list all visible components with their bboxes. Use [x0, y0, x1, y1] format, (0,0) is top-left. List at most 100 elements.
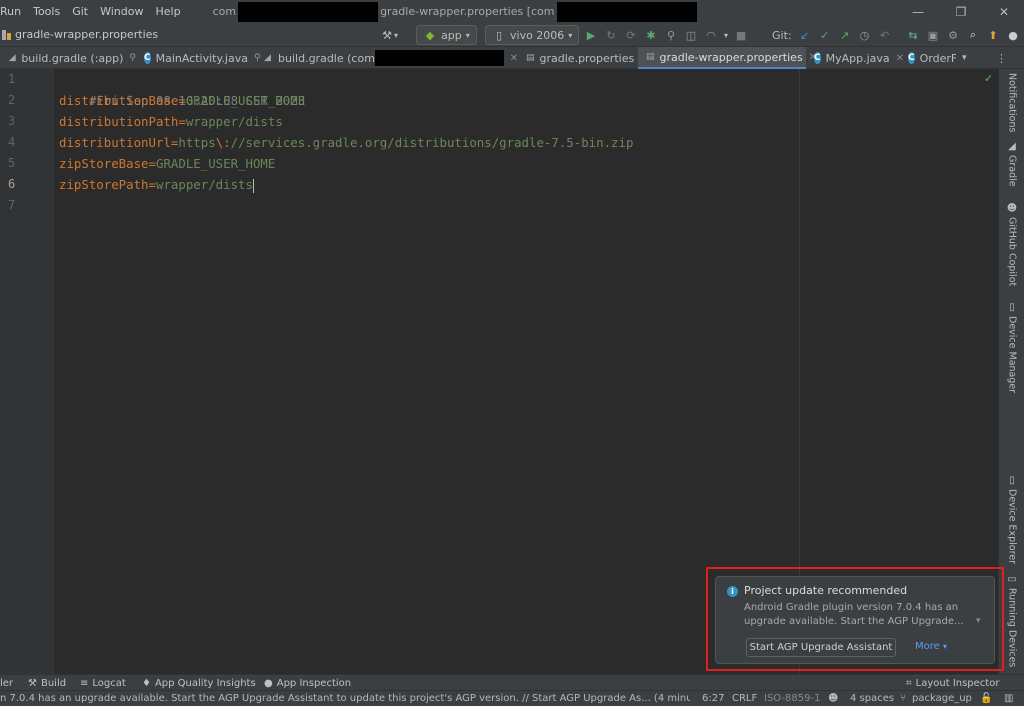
git-branch[interactable]: package_up — [912, 691, 972, 706]
device-manager-tool[interactable]: ▯ Device Manager — [1003, 302, 1021, 393]
notification-title: Project update recommended — [744, 584, 908, 597]
breadcrumb[interactable]: gradle-wrapper.properties — [0, 28, 158, 41]
property-value: wrapper/dists — [185, 114, 283, 129]
logcat-tool[interactable]: ≡ Logcat — [80, 675, 126, 691]
tool-label: App Quality Insights — [154, 677, 256, 689]
status-message[interactable]: n 7.0.4 has an upgrade available. Start … — [0, 691, 690, 706]
hammer-icon: ⚒ — [382, 28, 392, 42]
app-quality-insights-tool[interactable]: ♦ App Quality Insights — [142, 675, 256, 691]
more-actions-link[interactable]: More ▾ — [915, 641, 947, 652]
tab-gradle-wrapper-properties[interactable]: ▤ gradle-wrapper.properties ✕ — [638, 47, 817, 69]
attach-debugger-icon[interactable]: ⚲ — [664, 28, 678, 42]
run-config-select[interactable]: ◆ app ▾ — [416, 25, 477, 45]
git-rollback-icon[interactable]: ↶ — [878, 28, 892, 42]
menu-help[interactable]: Help — [155, 5, 186, 18]
line-number-gutter: 1 2 3 4 5 6 7 — [0, 69, 54, 674]
equals-sign: = — [148, 156, 156, 171]
tool-label: Layout Inspector — [915, 677, 1000, 689]
breadcrumb-file[interactable]: gradle-wrapper.properties — [15, 28, 158, 41]
running-devices-tool[interactable]: ▭ Running Devices — [1003, 574, 1021, 667]
tool-label: App Inspection — [276, 677, 352, 689]
app-inspection-tool[interactable]: ● App Inspection — [264, 675, 351, 691]
run-icon[interactable]: ▶ — [584, 28, 598, 42]
property-value: GRADLE_USER_HOME — [156, 156, 276, 171]
git-update-icon[interactable]: ↙ — [798, 28, 812, 42]
menu-tools[interactable]: Tools — [33, 5, 66, 18]
equals-sign: = — [178, 114, 186, 129]
layout-inspector-tool[interactable]: ⌗ Layout Inspector — [906, 675, 999, 691]
github-copilot-tool[interactable]: ☻ GitHub Copilot — [1003, 203, 1021, 286]
chevron-down-icon: ▾ — [962, 53, 967, 63]
tabs-options-button[interactable]: ⋮ — [992, 47, 1022, 69]
phone-icon: ▯ — [495, 28, 503, 42]
tab-gradle-properties[interactable]: ▤ gradle.properties ✕ — [518, 47, 649, 69]
tool-label: Build — [40, 677, 67, 689]
pin-icon[interactable]: ⚲ — [129, 53, 136, 63]
memory-indicator-icon[interactable]: ▥ — [1004, 691, 1013, 706]
restore-button[interactable]: ❐ — [943, 0, 979, 23]
property-key: distributionPath — [59, 114, 179, 129]
start-agp-upgrade-button[interactable]: Start AGP Upgrade Assistant — [746, 638, 896, 657]
device-label: vivo 2006 — [510, 28, 565, 42]
git-history-icon[interactable]: ◷ — [858, 28, 872, 42]
search-icon[interactable]: ⌕ — [966, 28, 980, 42]
tab-orderf[interactable]: C OrderF — [900, 47, 956, 69]
inspection-ok-icon[interactable]: ✓ — [984, 72, 993, 85]
sdk-manager-icon[interactable]: ▣ — [926, 28, 940, 42]
tab-label: OrderF — [919, 51, 956, 65]
tool-label: Device Explorer — [1006, 489, 1018, 565]
gradle-tool[interactable]: ◢ Gradle — [1003, 141, 1021, 187]
gradle-icon: ◢ — [1008, 141, 1016, 152]
tabs-overflow-button[interactable]: ▾ — [958, 47, 988, 69]
device-explorer-tool[interactable]: ▯ Device Explorer — [1003, 475, 1021, 564]
file-encoding[interactable]: ISO-8859-1 — [764, 691, 820, 706]
account-icon[interactable]: ● — [1006, 28, 1020, 42]
menu-git[interactable]: Git — [72, 5, 94, 18]
line-separator[interactable]: CRLF — [732, 691, 757, 706]
caret-position[interactable]: 6:27 — [702, 691, 724, 706]
line-number: 1 — [8, 72, 16, 86]
close-tab-icon[interactable]: ✕ — [510, 53, 518, 64]
notification-balloon: i Project update recommended Android Gra… — [715, 576, 995, 664]
code-line: distributionUrl=https\://services.gradle… — [59, 132, 633, 153]
debug-icon[interactable]: ✱ — [644, 28, 658, 42]
tab-build-gradle-app[interactable]: ◢ build.gradle (:app) ⚲ — [0, 47, 136, 69]
indent-setting[interactable]: 4 spaces — [850, 691, 894, 706]
expand-chevron-icon[interactable]: ▾ — [976, 616, 981, 626]
hammer-dropdown[interactable]: ⚒ ▾ — [380, 25, 398, 45]
notifications-tool[interactable]: Notifications — [1003, 73, 1021, 132]
git-commit-icon[interactable]: ✓ — [818, 28, 832, 42]
tool-label: Logcat — [92, 677, 126, 689]
apply-code-changes-icon[interactable]: ⟳ — [624, 28, 638, 42]
copilot-status-icon[interactable]: ☻ — [828, 691, 838, 706]
build-tool[interactable]: ⚒ Build — [28, 675, 66, 691]
redacted-block — [238, 1, 379, 22]
property-key: distributionUrl — [59, 135, 171, 150]
tab-label: MyApp.java — [825, 51, 890, 65]
tab-build-gradle-project[interactable]: ◢ build.gradle (com ✕ — [254, 47, 518, 69]
git-push-icon[interactable]: ↗ — [838, 28, 852, 42]
status-bar: n 7.0.4 has an upgrade available. Start … — [0, 690, 1024, 706]
update-icon[interactable]: ⬆ — [986, 28, 1000, 42]
tool-label: Device Manager — [1006, 316, 1018, 394]
minimize-button[interactable]: — — [900, 0, 936, 23]
menu-run[interactable]: Run — [0, 5, 27, 18]
device-select[interactable]: ▯ vivo 2006 ▾ — [485, 25, 580, 45]
profiler-tool[interactable]: ler — [0, 675, 13, 691]
properties-file-icon: ▤ — [526, 53, 535, 63]
tab-myapp[interactable]: C MyApp.java ✕ — [806, 47, 904, 69]
close-window-button[interactable]: ✕ — [986, 0, 1022, 23]
coverage-icon[interactable]: ◫ — [684, 28, 698, 42]
profile-icon[interactable]: ◠ — [704, 28, 718, 42]
equals-sign: = — [178, 93, 186, 108]
line-number: 6 — [8, 177, 16, 191]
menu-window[interactable]: Window — [100, 5, 149, 18]
device-mirror-icon[interactable]: ⇆ — [906, 28, 920, 42]
settings-icon[interactable]: ⚙ — [946, 28, 960, 42]
inspection-icon: ● — [264, 677, 273, 689]
tab-mainactivity[interactable]: C MainActivity.java ⚲ — [136, 47, 261, 69]
lock-icon[interactable]: 🔓 — [980, 691, 992, 706]
window-title: com gradle-wrapper.properties [com — [211, 1, 697, 22]
apply-changes-icon[interactable]: ↻ — [604, 28, 618, 42]
stop-icon[interactable]: ■ — [734, 28, 748, 42]
